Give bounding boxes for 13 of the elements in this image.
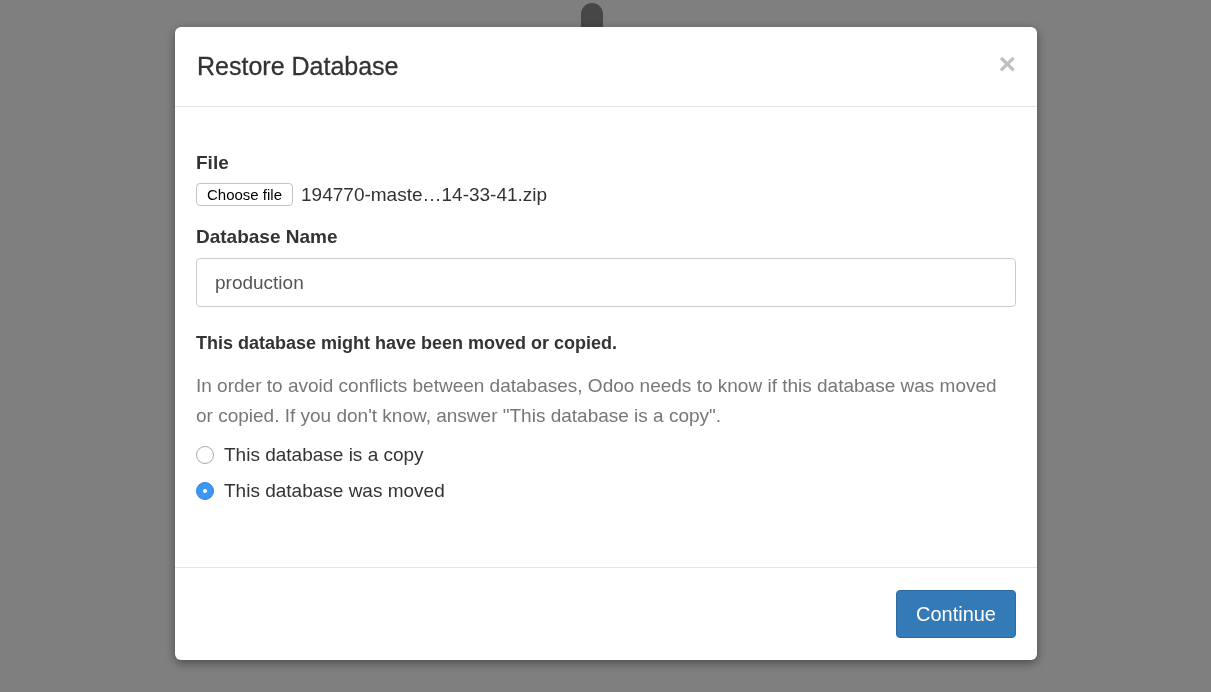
- file-name: 194770-maste…14-33-41.zip: [301, 183, 548, 206]
- dialog-title: Restore Database: [197, 52, 399, 81]
- database-name-label: Database Name: [196, 226, 339, 248]
- radio-label[interactable]: This database was moved: [224, 480, 445, 502]
- file-label: File: [196, 152, 230, 174]
- continue-button[interactable]: Continue: [895, 590, 1016, 638]
- notice-heading: This database might have been moved or copied.: [196, 333, 619, 354]
- choose-file-button[interactable]: Choose file: [196, 183, 294, 206]
- database-name-field[interactable]: production: [196, 258, 1016, 307]
- radio-button[interactable]: [196, 446, 214, 464]
- radio-label[interactable]: This database is a copy: [224, 444, 424, 466]
- radio-button[interactable]: [196, 482, 214, 500]
- notice-text: In order to avoid conflicts between databases, Odoo needs to know if this database was moved or copied. If you don't know, answer "This database is a copy".: [196, 374, 998, 428]
